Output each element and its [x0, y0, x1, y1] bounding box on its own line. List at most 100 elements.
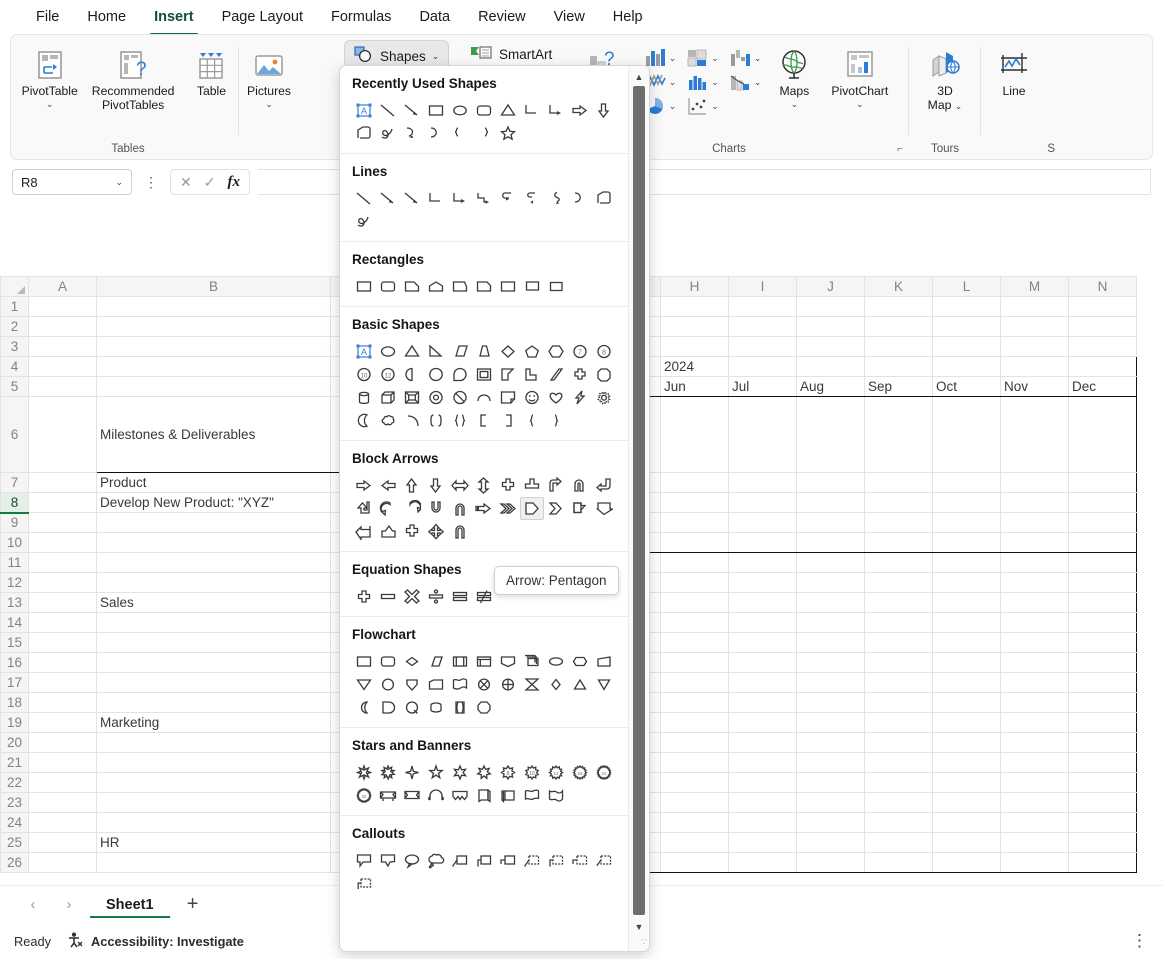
menu-item-page-layout[interactable]: Page Layout — [208, 3, 317, 31]
shape-item[interactable] — [424, 650, 448, 673]
cell-M10[interactable] — [1000, 532, 1069, 553]
shape-item[interactable] — [520, 849, 544, 872]
cell-N7[interactable] — [1068, 472, 1137, 493]
menu-item-review[interactable]: Review — [464, 3, 540, 31]
cell-B18[interactable] — [96, 692, 331, 713]
shape-item[interactable] — [424, 187, 448, 210]
cell-N10[interactable] — [1068, 532, 1137, 553]
shape-item[interactable] — [520, 386, 544, 409]
cell-H18[interactable] — [660, 692, 729, 713]
cell-N12[interactable] — [1068, 572, 1137, 593]
cell-L6[interactable] — [932, 396, 1001, 473]
shape-item[interactable] — [400, 784, 424, 807]
cell-L9[interactable] — [932, 512, 1001, 533]
cell-J16[interactable] — [796, 652, 865, 673]
shape-item[interactable] — [544, 187, 568, 210]
menu-item-formulas[interactable]: Formulas — [317, 3, 405, 31]
shape-item[interactable] — [592, 849, 616, 872]
menu-item-view[interactable]: View — [540, 3, 599, 31]
sheet-tab-sheet1[interactable]: Sheet1 — [90, 891, 170, 918]
menu-item-home[interactable]: Home — [73, 3, 140, 31]
cell-L12[interactable] — [932, 572, 1001, 593]
cell-A24[interactable] — [28, 812, 97, 833]
row-header-21[interactable]: 21 — [0, 752, 29, 773]
shape-item[interactable] — [520, 99, 544, 122]
menu-item-data[interactable]: Data — [405, 3, 464, 31]
cell-M26[interactable] — [1000, 852, 1069, 873]
shape-item[interactable] — [376, 784, 400, 807]
shape-item[interactable] — [568, 673, 592, 696]
shape-item[interactable] — [592, 497, 616, 520]
shape-item[interactable] — [400, 673, 424, 696]
cell-B6[interactable]: Milestones & Deliverables — [96, 396, 331, 473]
cell-N11[interactable] — [1068, 552, 1137, 573]
row-header-14[interactable]: 14 — [0, 612, 29, 633]
cell-K26[interactable] — [864, 852, 933, 873]
shape-item[interactable] — [496, 275, 520, 298]
triangle-down-icon[interactable]: ▼ — [629, 919, 649, 935]
row-header-11[interactable]: 11 — [0, 552, 29, 573]
shape-item[interactable]: 12 — [376, 363, 400, 386]
shape-item[interactable] — [376, 386, 400, 409]
shape-item[interactable] — [376, 585, 400, 608]
cell-J26[interactable] — [796, 852, 865, 873]
menu-item-help[interactable]: Help — [599, 3, 657, 31]
shape-item[interactable] — [448, 696, 472, 719]
cell-N25[interactable] — [1068, 832, 1137, 853]
cell-L16[interactable] — [932, 652, 1001, 673]
shape-item[interactable] — [544, 409, 568, 432]
cell-J8[interactable] — [796, 492, 865, 513]
cell-B25[interactable]: HR — [96, 832, 331, 853]
shape-item[interactable] — [448, 386, 472, 409]
cell-J19[interactable] — [796, 712, 865, 733]
shape-item[interactable] — [568, 187, 592, 210]
row-header-19[interactable]: 19 — [0, 712, 29, 733]
shape-item[interactable] — [352, 872, 376, 895]
shape-item[interactable] — [376, 520, 400, 543]
cell-A17[interactable] — [28, 672, 97, 693]
chevron-down-icon[interactable]: ⌄ — [754, 78, 762, 87]
cell-K7[interactable] — [864, 472, 933, 493]
cell-B20[interactable] — [96, 732, 331, 753]
cell-J7[interactable] — [796, 472, 865, 493]
recommended-pivottables-button[interactable]: ? Recommended PivotTables — [86, 41, 181, 114]
cell-H22[interactable] — [660, 772, 729, 793]
shape-item[interactable] — [544, 275, 568, 298]
cell-I10[interactable] — [728, 532, 797, 553]
cell-J9[interactable] — [796, 512, 865, 533]
shape-item[interactable] — [400, 474, 424, 497]
chevron-down-icon[interactable]: ⌄ — [955, 101, 963, 111]
cell-A16[interactable] — [28, 652, 97, 673]
shape-item[interactable] — [376, 673, 400, 696]
cell-M4[interactable] — [1000, 356, 1069, 377]
shape-item[interactable] — [400, 650, 424, 673]
cell-B23[interactable] — [96, 792, 331, 813]
shape-item[interactable] — [448, 187, 472, 210]
cell-I21[interactable] — [728, 752, 797, 773]
chevron-down-icon[interactable]: ⌄ — [754, 54, 762, 63]
cell-A14[interactable] — [28, 612, 97, 633]
cell-L22[interactable] — [932, 772, 1001, 793]
cell-N5[interactable]: Dec — [1068, 376, 1137, 397]
cell-K14[interactable] — [864, 612, 933, 633]
scatter-chart-button[interactable]: ⌄ — [684, 95, 721, 117]
shape-item[interactable] — [400, 409, 424, 432]
row-header-26[interactable]: 26 — [0, 852, 29, 873]
shape-item[interactable] — [496, 386, 520, 409]
shape-item[interactable] — [472, 784, 496, 807]
shape-item[interactable]: A — [352, 99, 376, 122]
cell-J3[interactable] — [796, 336, 865, 357]
column-header-I[interactable]: I — [728, 276, 797, 297]
cell-J10[interactable] — [796, 532, 865, 553]
cell-M25[interactable] — [1000, 832, 1069, 853]
shape-item[interactable] — [592, 650, 616, 673]
cell-K3[interactable] — [864, 336, 933, 357]
cell-N1[interactable] — [1068, 296, 1137, 317]
cell-B26[interactable] — [96, 852, 331, 873]
shape-item[interactable] — [424, 363, 448, 386]
shape-item[interactable] — [568, 474, 592, 497]
column-header-L[interactable]: L — [932, 276, 1001, 297]
smartart-button[interactable]: SmartArt — [470, 44, 552, 65]
shape-item[interactable] — [376, 761, 400, 784]
shape-item[interactable]: 12 — [544, 761, 568, 784]
